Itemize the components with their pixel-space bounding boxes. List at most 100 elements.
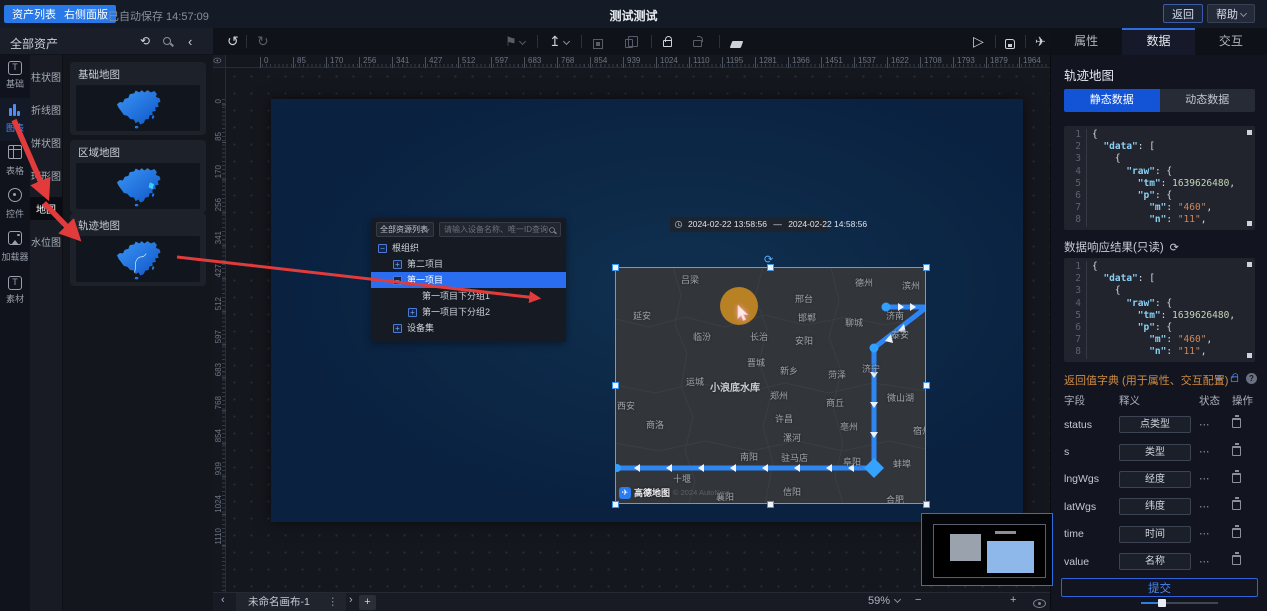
state-more-icon[interactable]: ⋯ bbox=[1199, 419, 1211, 431]
delete-icon[interactable] bbox=[1232, 418, 1241, 428]
card-region-map[interactable]: 区域地图 bbox=[70, 140, 206, 213]
track-map-component[interactable]: 吕梁德州滨州邢台延安邯郸聊城济南泰安临汾长治安阳晋城新乡菏泽济宁运城小浪底水库郑… bbox=[615, 267, 926, 504]
search-icon[interactable] bbox=[163, 37, 171, 45]
static-data-editor[interactable]: 1{2 "data": [3 {4 "raw": {5 "tm": 163962… bbox=[1064, 126, 1255, 230]
meaning-input[interactable]: 类型 bbox=[1119, 444, 1191, 461]
tree-item[interactable]: −第一项目 bbox=[371, 272, 566, 288]
subcat-line-chart[interactable]: 折线图 bbox=[30, 98, 62, 121]
publish-icon[interactable]: ✈ bbox=[1035, 34, 1046, 49]
undo-icon[interactable]: ↺ bbox=[227, 34, 239, 49]
artboard[interactable]: 全部资源列表 请输入设备名称、唯一ID查询 −根组织+第二项目−第一项目−第一项… bbox=[271, 99, 1023, 522]
more-icon[interactable]: ⋮ bbox=[328, 593, 339, 611]
tab-data[interactable]: 数据 bbox=[1122, 28, 1194, 55]
expand-icon[interactable]: + bbox=[408, 308, 417, 317]
state-more-icon[interactable]: ⋯ bbox=[1199, 446, 1211, 458]
meaning-input[interactable]: 经度 bbox=[1119, 471, 1191, 488]
rail-item-charts[interactable]: 图表 bbox=[0, 98, 30, 141]
zoom-slider-knob[interactable] bbox=[1158, 599, 1166, 607]
align-top-icon[interactable]: ↥ bbox=[549, 34, 569, 49]
card-track-map[interactable]: 轨迹地图 bbox=[70, 213, 206, 286]
selection-handle[interactable] bbox=[923, 382, 930, 389]
zoom-in-icon[interactable]: + bbox=[1010, 594, 1016, 606]
lock-icon[interactable] bbox=[1231, 372, 1238, 385]
help-button[interactable]: 帮助 bbox=[1207, 4, 1255, 23]
collapse-icon[interactable]: − bbox=[378, 244, 387, 253]
eraser-icon[interactable] bbox=[731, 34, 742, 51]
refresh-icon[interactable]: ⟲ bbox=[140, 34, 150, 49]
rail-item-basic[interactable]: T基础 bbox=[0, 55, 30, 98]
delete-icon[interactable] bbox=[1232, 446, 1241, 456]
state-more-icon[interactable]: ⋯ bbox=[1199, 501, 1211, 513]
lock-icon[interactable] bbox=[663, 34, 672, 50]
meaning-input[interactable]: 纬度 bbox=[1119, 498, 1191, 515]
tree-item[interactable]: +第一项目下分组2 bbox=[371, 304, 566, 320]
submit-button[interactable]: 提交 bbox=[1061, 578, 1258, 597]
play-icon[interactable]: ▷ bbox=[973, 34, 984, 49]
refresh-icon[interactable]: ⟳ bbox=[1170, 242, 1179, 254]
rail-item-materials[interactable]: T素材 bbox=[0, 270, 30, 313]
back-button[interactable]: 返回 bbox=[1163, 4, 1203, 23]
subcat-ring-chart[interactable]: 环形图 bbox=[30, 164, 62, 187]
selection-handle[interactable] bbox=[767, 264, 774, 271]
selection-handle[interactable] bbox=[923, 501, 930, 508]
tab-interaction[interactable]: 交互 bbox=[1195, 28, 1267, 55]
next-canvas-icon[interactable]: › bbox=[349, 594, 353, 606]
tree-item[interactable]: +设备集 bbox=[371, 320, 566, 336]
delete-icon[interactable] bbox=[1232, 473, 1241, 483]
expand-icon[interactable]: + bbox=[393, 260, 402, 269]
selection-handle[interactable] bbox=[612, 264, 619, 271]
add-canvas-button[interactable]: + bbox=[359, 595, 376, 610]
tree-item[interactable]: +第二项目 bbox=[371, 256, 566, 272]
ruler-corner[interactable] bbox=[213, 55, 226, 68]
device-search-input[interactable]: 请输入设备名称、唯一ID查询 bbox=[439, 222, 561, 237]
selection-handle[interactable] bbox=[923, 264, 930, 271]
static-data-tab[interactable]: 静态数据 bbox=[1064, 89, 1160, 112]
meaning-input[interactable]: 点类型 bbox=[1119, 416, 1191, 433]
expand-icon[interactable]: + bbox=[393, 324, 402, 333]
delete-icon[interactable] bbox=[1232, 555, 1241, 565]
meaning-input[interactable]: 名称 bbox=[1119, 553, 1191, 570]
tree-item[interactable]: −根组织 bbox=[371, 240, 566, 256]
selection-handle[interactable] bbox=[612, 501, 619, 508]
preview-eye-icon[interactable] bbox=[1033, 599, 1046, 611]
prev-canvas-icon[interactable]: ‹ bbox=[221, 594, 225, 606]
subcat-bar-chart[interactable]: 柱状图 bbox=[30, 65, 62, 88]
help-circle-icon[interactable]: ? bbox=[1246, 373, 1257, 384]
delete-icon[interactable] bbox=[1232, 528, 1241, 538]
state-more-icon[interactable]: ⋯ bbox=[1199, 528, 1211, 540]
subcat-water-level[interactable]: 水位图 bbox=[30, 230, 62, 253]
rail-item-tables[interactable]: 表格 bbox=[0, 141, 30, 184]
tab-properties[interactable]: 属性 bbox=[1050, 28, 1122, 55]
device-tree-component[interactable]: 全部资源列表 请输入设备名称、唯一ID查询 −根组织+第二项目−第一项目−第一项… bbox=[371, 218, 566, 342]
state-more-icon[interactable]: ⋯ bbox=[1199, 556, 1211, 568]
response-result-editor[interactable]: 1{2 "data": [3 {4 "raw": {5 "tm": 163962… bbox=[1064, 258, 1255, 362]
minimap[interactable] bbox=[921, 513, 1053, 586]
selection-handle[interactable] bbox=[767, 501, 774, 508]
flag-icon[interactable]: ⚑ bbox=[505, 34, 525, 49]
date-range-picker[interactable]: 2024-02-22 13:58:56 — 2024-02-22 14:58:5… bbox=[670, 217, 828, 232]
subcat-map[interactable]: 地图 bbox=[30, 197, 62, 220]
copy-icon[interactable] bbox=[625, 34, 633, 51]
collapse-icon[interactable]: − bbox=[393, 276, 402, 285]
canvas-tab[interactable]: 未命名画布-1⋮ bbox=[236, 593, 346, 611]
meaning-input[interactable]: 时间 bbox=[1119, 526, 1191, 543]
subcat-pie-chart[interactable]: 饼状图 bbox=[30, 131, 62, 154]
state-more-icon[interactable]: ⋯ bbox=[1199, 473, 1211, 485]
delete-icon[interactable] bbox=[1232, 500, 1241, 510]
tree-item[interactable]: −第一项目下分组1 bbox=[371, 288, 566, 304]
resource-dropdown[interactable]: 全部资源列表 bbox=[376, 222, 434, 237]
unlock-icon[interactable] bbox=[693, 34, 702, 50]
zoom-out-icon[interactable]: − bbox=[915, 594, 921, 606]
zoom-slider[interactable] bbox=[1141, 602, 1218, 604]
rail-item-widgets[interactable]: 控件 bbox=[0, 184, 30, 227]
card-basic-map[interactable]: 基础地图 bbox=[70, 62, 206, 135]
selection-handle[interactable] bbox=[612, 382, 619, 389]
group-icon[interactable] bbox=[593, 34, 603, 52]
redo-icon[interactable]: ↻ bbox=[257, 34, 269, 49]
dynamic-data-tab[interactable]: 动态数据 bbox=[1160, 89, 1256, 112]
add-field-icon[interactable]: + bbox=[1215, 372, 1223, 385]
rail-item-loaders[interactable]: 加载器 bbox=[0, 227, 30, 270]
zoom-level[interactable]: 59% bbox=[868, 595, 900, 607]
save-icon[interactable] bbox=[1005, 34, 1015, 52]
collapse-panel-icon[interactable]: ‹ bbox=[188, 34, 192, 49]
